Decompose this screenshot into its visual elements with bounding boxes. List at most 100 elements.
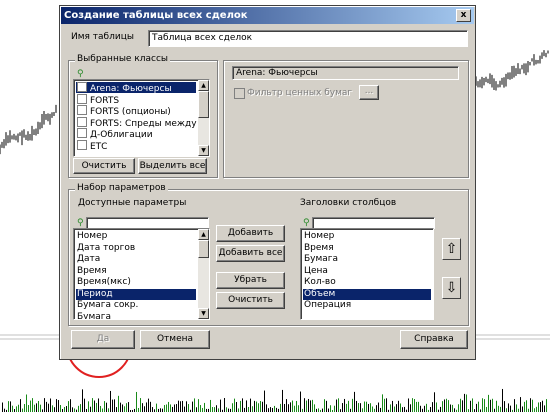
volume-bar <box>412 398 413 412</box>
volume-bar <box>114 399 115 412</box>
volume-bar <box>378 402 379 412</box>
classes-scrollbar[interactable]: ▲ ▼ <box>198 80 209 156</box>
volume-bar <box>504 401 505 412</box>
table-name-input[interactable]: Таблица всех сделок <box>148 30 468 47</box>
volume-bar <box>426 403 427 412</box>
volume-bar <box>538 402 539 412</box>
cancel-button[interactable]: Отмена <box>140 330 210 349</box>
list-item[interactable]: FORTS (опционы) <box>76 105 196 117</box>
volume-bar <box>122 404 123 412</box>
volume-bar <box>76 409 77 412</box>
list-item[interactable]: Бумага <box>76 312 196 320</box>
volume-bar <box>72 407 73 412</box>
list-item[interactable]: Дата <box>76 254 196 265</box>
volume-bar <box>220 399 221 412</box>
volume-bar <box>152 407 153 412</box>
volume-bar <box>490 399 491 412</box>
list-item[interactable]: Бумага <box>303 254 431 265</box>
volume-bar <box>482 398 483 412</box>
list-item[interactable]: Номер <box>76 231 196 242</box>
volume-bar <box>436 402 437 412</box>
volume-bar <box>230 408 231 412</box>
volume-bar <box>466 394 467 412</box>
volume-bar <box>474 409 475 412</box>
list-item[interactable]: Номер <box>303 231 431 242</box>
volume-bar <box>2 402 3 412</box>
volume-bar <box>342 403 343 412</box>
ok-button[interactable]: Да <box>71 330 135 349</box>
list-item[interactable]: ЕТС <box>76 139 196 152</box>
move-up-button[interactable]: ⇧ <box>442 238 461 260</box>
volume-bar <box>368 403 369 412</box>
volume-bar <box>300 391 301 412</box>
volume-bar <box>376 405 377 412</box>
volume-bar <box>98 398 99 412</box>
params-clear-button[interactable]: Очистить <box>216 292 285 309</box>
scroll-thumb[interactable] <box>198 91 209 118</box>
available-scroll-thumb[interactable] <box>198 240 209 258</box>
list-item-checkbox[interactable] <box>77 116 87 127</box>
volume-bar <box>266 404 267 412</box>
volume-bar <box>488 394 489 412</box>
move-down-button[interactable]: ⇩ <box>442 277 461 299</box>
list-item[interactable]: Д-Облигации <box>76 128 196 140</box>
classes-listbox[interactable]: Arena: Фьючерсы FORTS FORTS (опционы) FORTS… <box>73 79 210 157</box>
securities-filter-button[interactable]: ... <box>359 85 379 100</box>
list-item[interactable]: Arena: Фьючерсы <box>76 82 196 94</box>
list-item-checkbox[interactable] <box>77 105 87 115</box>
scroll-up-icon[interactable]: ▲ <box>198 80 209 91</box>
volume-bar <box>90 406 91 412</box>
list-item-checkbox[interactable] <box>77 93 87 104</box>
list-item[interactable]: Дата торгов <box>76 243 196 254</box>
volume-bar <box>28 405 29 412</box>
list-item[interactable]: FORTS: Спреды между с <box>76 116 204 129</box>
list-item[interactable]: FORTS <box>76 93 196 106</box>
scroll-down-icon[interactable]: ▼ <box>198 145 209 156</box>
remove-button[interactable]: Убрать <box>216 272 285 289</box>
volume-bar <box>164 405 165 412</box>
volume-bar <box>116 407 117 412</box>
add-all-button[interactable]: Добавить все <box>216 245 285 262</box>
column-headers-listbox[interactable]: Номер Время Бумага Цена Кол-во Объем Операция <box>300 228 434 320</box>
list-item[interactable]: Время <box>76 266 196 277</box>
volume-bar <box>530 398 531 412</box>
volume-bar <box>508 403 509 412</box>
list-item[interactable]: Время <box>303 243 431 254</box>
volume-bar <box>468 409 469 412</box>
select-all-button[interactable]: Выделить все <box>138 158 207 174</box>
volume-bar <box>86 408 87 412</box>
list-item-checkbox[interactable] <box>77 82 87 92</box>
available-scroll-down-icon[interactable]: ▼ <box>198 308 209 319</box>
add-button[interactable]: Добавить <box>216 225 285 242</box>
list-item[interactable]: Кол-во <box>303 277 431 288</box>
list-item-checkbox[interactable] <box>77 128 87 138</box>
classes-clear-button[interactable]: Очистить <box>73 158 135 174</box>
available-scroll-up-icon[interactable]: ▲ <box>198 229 209 240</box>
volume-bar <box>314 404 315 412</box>
available-params-listbox[interactable]: Номер Дата торгов Дата Время Время(мкс) Перио… <box>73 228 210 320</box>
list-item[interactable]: Период <box>76 288 196 300</box>
list-item[interactable]: Операция <box>303 300 431 311</box>
securities-filter-checkbox[interactable] <box>234 88 245 99</box>
volume-bar <box>232 403 233 412</box>
dialog-titlebar: Создание таблицы всех сделок x <box>61 7 474 24</box>
volume-bar <box>486 406 487 412</box>
volume-bar <box>170 404 171 412</box>
volume-bar <box>18 404 19 412</box>
volume-bar <box>424 405 425 412</box>
volume-bar <box>58 400 59 412</box>
list-item-checkbox[interactable] <box>77 139 87 150</box>
list-item[interactable]: Цена <box>303 266 431 277</box>
help-button[interactable]: Справка <box>400 330 468 349</box>
available-scrollbar[interactable]: ▲ ▼ <box>198 229 209 319</box>
volume-bar <box>104 401 105 412</box>
volume-bar <box>26 394 27 412</box>
list-item[interactable]: Бумага сокр. <box>76 300 196 311</box>
volume-bar <box>536 406 537 412</box>
list-item[interactable]: Объем <box>303 288 431 300</box>
close-button[interactable]: x <box>456 9 471 22</box>
list-item[interactable]: Время(мкс) <box>76 277 196 288</box>
volume-bar <box>46 401 47 412</box>
volume-bar <box>258 403 259 412</box>
volume-bar <box>460 398 461 412</box>
